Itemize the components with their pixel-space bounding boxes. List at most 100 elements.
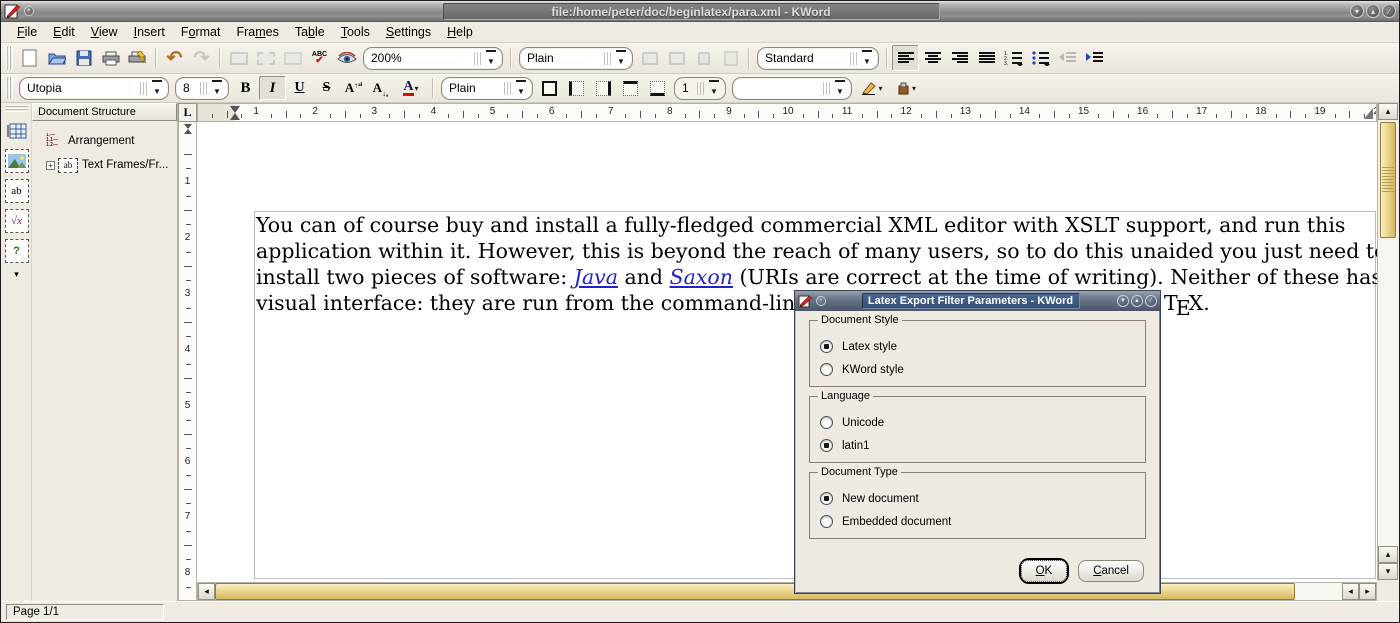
java-link[interactable]: Java xyxy=(574,265,618,289)
menu-item-tools[interactable]: Tools xyxy=(333,23,378,41)
image-icon[interactable] xyxy=(5,149,29,173)
border-top-icon[interactable] xyxy=(617,76,644,100)
menu-item-table[interactable]: Table xyxy=(287,23,333,41)
scroll-up-icon[interactable]: ▴ xyxy=(1378,103,1398,120)
border-style-combobox[interactable] xyxy=(732,77,852,100)
menu-item-format[interactable]: Format xyxy=(173,23,229,41)
chevron-down-icon[interactable] xyxy=(514,80,528,97)
tree-item-arrangement[interactable]: 1.—1.1—1.2— Arrangement xyxy=(46,129,177,153)
scroll-left-icon[interactable]: ◂ xyxy=(198,583,215,600)
document-structure-header[interactable]: Document Structure xyxy=(32,103,177,121)
text-frame-icon[interactable]: ab xyxy=(5,179,29,203)
chevron-down-icon[interactable] xyxy=(833,80,847,97)
frame-lines-icon[interactable] xyxy=(690,45,717,71)
scroll-right-icon[interactable]: ▸ xyxy=(1359,583,1376,600)
unicode-radio[interactable]: Unicode xyxy=(820,411,1145,434)
zoom-combobox[interactable]: 200% xyxy=(363,47,503,70)
numbered-list-icon[interactable]: 1.2.3. xyxy=(1000,45,1027,71)
chevron-down-icon[interactable] xyxy=(484,50,498,67)
vertical-ruler[interactable]: 12345678 xyxy=(178,122,197,601)
eye-icon[interactable] xyxy=(333,45,360,71)
question-mark-frame-icon[interactable]: ? xyxy=(5,239,29,263)
menu-item-frames[interactable]: Frames xyxy=(228,23,286,41)
strikethrough-icon[interactable]: S xyxy=(313,76,340,100)
horizontal-scrollbar-track[interactable] xyxy=(1295,583,1342,600)
align-center-icon[interactable] xyxy=(919,45,946,71)
print-icon[interactable] xyxy=(97,45,124,71)
table-icon[interactable] xyxy=(5,119,29,143)
menu-item-help[interactable]: Help xyxy=(439,23,481,41)
underline-icon[interactable]: U xyxy=(286,76,313,100)
border-left-icon[interactable] xyxy=(563,76,590,100)
align-right-icon[interactable] xyxy=(946,45,973,71)
redo-icon[interactable]: ↷ xyxy=(188,45,215,71)
print-flash-icon[interactable] xyxy=(124,45,151,71)
bold-icon[interactable]: B xyxy=(232,76,259,100)
scroll-left-icon[interactable]: ◂ xyxy=(1342,583,1359,600)
frame-star-icon-1[interactable] xyxy=(636,45,663,71)
border-right-icon[interactable] xyxy=(590,76,617,100)
increase-indent-icon[interactable] xyxy=(1081,45,1108,71)
undo-icon[interactable]: ↶ xyxy=(161,45,188,71)
latin1-radio[interactable]: latin1 xyxy=(820,434,1145,457)
stylist-combobox[interactable]: Standard xyxy=(757,47,879,70)
new-document-radio[interactable]: New document xyxy=(820,487,1145,510)
tree-expander-icon[interactable]: + xyxy=(46,161,55,170)
border-width-combobox[interactable]: 1 xyxy=(674,77,726,100)
saxon-link[interactable]: Saxon xyxy=(670,265,733,289)
decrease-indent-icon[interactable] xyxy=(1054,45,1081,71)
frame-icon-3[interactable] xyxy=(279,45,306,71)
chevron-down-icon[interactable] xyxy=(150,80,164,97)
formula-icon[interactable]: √x xyxy=(5,209,29,233)
ok-button[interactable]: OK xyxy=(1021,560,1068,582)
columns-frame-icon[interactable] xyxy=(717,45,744,71)
border-outline-icon[interactable] xyxy=(536,76,563,100)
font-size-combobox[interactable]: 8 xyxy=(175,77,229,100)
right-indent-marker[interactable] xyxy=(1364,108,1373,119)
cancel-button[interactable]: Cancel xyxy=(1078,560,1144,582)
menu-item-file[interactable]: File xyxy=(9,23,45,41)
maximize-button[interactable]: ▴ xyxy=(1366,4,1380,18)
subscript-icon[interactable]: A↓ₐ xyxy=(367,76,394,100)
border-bottom-icon[interactable] xyxy=(644,76,671,100)
kword-style-radio[interactable]: KWord style xyxy=(820,358,1145,381)
embedded-document-radio[interactable]: Embedded document xyxy=(820,510,1145,533)
scroll-up-icon[interactable]: ▴ xyxy=(1378,546,1398,563)
font-family-combobox[interactable]: Utopia xyxy=(19,77,169,100)
new-document-icon[interactable] xyxy=(16,45,43,71)
toolbar-handle[interactable] xyxy=(6,77,13,99)
chevron-down-icon[interactable] xyxy=(210,80,224,97)
align-justify-icon[interactable] xyxy=(973,45,1000,71)
toolbar-handle[interactable] xyxy=(6,46,13,70)
frame-icon-1[interactable] xyxy=(225,45,252,71)
align-left-icon[interactable] xyxy=(892,45,919,71)
menu-item-insert[interactable]: Insert xyxy=(126,23,173,41)
font-color-icon[interactable]: A▾ xyxy=(394,76,428,100)
close-button[interactable]: ∕ xyxy=(1145,295,1157,307)
vertical-scrollbar-thumb[interactable] xyxy=(1380,122,1396,238)
frame-star-icon-2[interactable] xyxy=(663,45,690,71)
document-page[interactable]: You can of course buy and install a full… xyxy=(197,122,1377,582)
horizontal-ruler[interactable]: 1234567891011121314151617181920 xyxy=(197,103,1377,122)
chevron-down-icon[interactable] xyxy=(614,50,628,67)
save-icon[interactable] xyxy=(70,45,97,71)
background-color-icon[interactable]: ▾ xyxy=(889,76,923,100)
vertical-scrollbar-track[interactable] xyxy=(1378,240,1398,546)
frame-style-combobox[interactable]: Plain xyxy=(441,77,533,100)
tree-item-text-frames[interactable]: + ab Text Frames/Fr... xyxy=(46,153,177,177)
minimize-button[interactable]: ▾ xyxy=(1117,295,1129,307)
maximize-button[interactable]: ▴ xyxy=(1131,295,1143,307)
border-color-icon[interactable]: ▾ xyxy=(855,76,889,100)
menu-item-view[interactable]: View xyxy=(83,23,126,41)
scroll-down-icon[interactable]: ▾ xyxy=(1378,563,1398,580)
close-button[interactable]: ∕ xyxy=(1382,4,1396,18)
chevron-down-icon[interactable] xyxy=(860,50,874,67)
italic-icon[interactable]: I xyxy=(259,76,286,100)
tab-selector[interactable]: L xyxy=(178,103,197,122)
window-menu-button[interactable]: • xyxy=(24,6,34,16)
vertical-scrollbar[interactable]: ▴ ▴ ▾ xyxy=(1377,103,1398,580)
menu-item-edit[interactable]: Edit xyxy=(45,23,83,41)
window-menu-button[interactable]: - xyxy=(816,296,826,306)
paragraph-style-combobox[interactable]: Plain xyxy=(519,47,633,70)
menu-item-settings[interactable]: Settings xyxy=(378,23,439,41)
